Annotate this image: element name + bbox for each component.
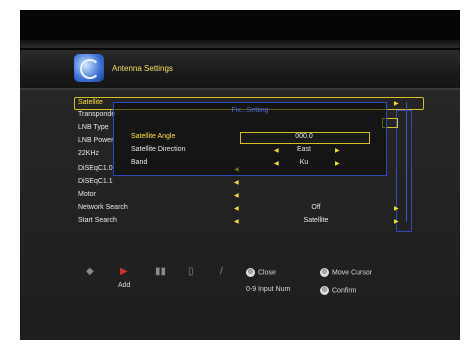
menu-item-start-search[interactable]: Start Search bbox=[78, 217, 117, 224]
left-arrow-icon[interactable]: ◀ bbox=[234, 218, 239, 225]
satellite-direction-value[interactable]: East bbox=[289, 146, 319, 153]
satellite-angle-label[interactable]: Satellite Angle bbox=[131, 133, 175, 140]
edit-icon: / bbox=[220, 266, 223, 277]
right-arrow-icon[interactable]: ▶ bbox=[335, 147, 340, 154]
band-value[interactable]: Ku bbox=[289, 159, 319, 166]
close-hint: ◎ Close bbox=[246, 268, 276, 277]
page-title: Antenna Settings bbox=[112, 64, 173, 73]
menu-item-lnb-type[interactable]: LNB Type bbox=[78, 124, 109, 131]
dialog-title: Fix...Setting bbox=[231, 107, 269, 114]
right-arrow-icon[interactable]: ▶ bbox=[335, 160, 340, 167]
side-frame bbox=[396, 110, 412, 232]
band-label[interactable]: Band bbox=[131, 159, 147, 166]
input-num-label: 0-9 Input Num bbox=[246, 286, 291, 293]
top-band bbox=[20, 40, 460, 48]
delete-icon: ◆ bbox=[86, 266, 94, 277]
signal-icon: ▮▮ bbox=[155, 266, 167, 277]
confirm-label: Confirm bbox=[332, 287, 357, 295]
left-arrow-icon[interactable]: ◀ bbox=[234, 205, 239, 212]
left-arrow-icon[interactable]: ◀ bbox=[274, 147, 279, 154]
add-icon: ▶ bbox=[120, 266, 128, 277]
left-arrow-icon[interactable]: ◀ bbox=[234, 179, 239, 186]
menu-item-satellite[interactable]: Satellite bbox=[78, 99, 103, 106]
menu-item-motor[interactable]: Motor bbox=[78, 191, 96, 198]
menu-item-transponder[interactable]: Transponde bbox=[78, 111, 115, 118]
confirm-hint: ◎ Confirm bbox=[320, 286, 357, 295]
menu-item-network-search[interactable]: Network Search bbox=[78, 204, 128, 211]
right-arrow-icon[interactable]: ▶ bbox=[394, 205, 399, 212]
menu-item-22khz[interactable]: 22KHz bbox=[78, 150, 99, 157]
left-arrow-icon[interactable]: ◀ bbox=[274, 160, 279, 167]
menu-item-diseqc10[interactable]: DiSEqC1.0 bbox=[78, 165, 113, 172]
satellite-angle-value[interactable]: 000.0 bbox=[284, 133, 324, 140]
add-label: Add bbox=[118, 282, 131, 289]
nav-key-icon: ◎ bbox=[320, 268, 329, 277]
network-search-value: Off bbox=[311, 204, 321, 211]
fix-setting-dialog: Fix...Setting Satellite Angle 000.0 Sate… bbox=[113, 102, 387, 176]
move-cursor-hint: ◎ Move Cursor bbox=[320, 268, 372, 277]
ok-key-icon: ◎ bbox=[320, 286, 329, 295]
right-arrow-icon[interactable]: ▶ bbox=[394, 100, 399, 107]
move-cursor-label: Move Cursor bbox=[332, 269, 373, 277]
close-label: Close bbox=[258, 269, 276, 277]
info-icon: ▯ bbox=[188, 266, 194, 277]
tv-screen: Antenna Settings Satellite ▶ Transponde … bbox=[20, 10, 460, 340]
right-arrow-icon[interactable]: ▶ bbox=[394, 218, 399, 225]
exit-key-icon: ◎ bbox=[246, 268, 255, 277]
satellite-logo-icon bbox=[74, 54, 104, 82]
menu-item-diseqc11[interactable]: DiSEqC1.1 bbox=[78, 178, 113, 185]
left-arrow-icon[interactable]: ◀ bbox=[234, 192, 239, 199]
satellite-direction-label[interactable]: Satellite Direction bbox=[131, 146, 185, 153]
menu-item-lnb-power[interactable]: LNB Power bbox=[78, 137, 113, 144]
start-search-value: Satellite bbox=[303, 217, 329, 224]
